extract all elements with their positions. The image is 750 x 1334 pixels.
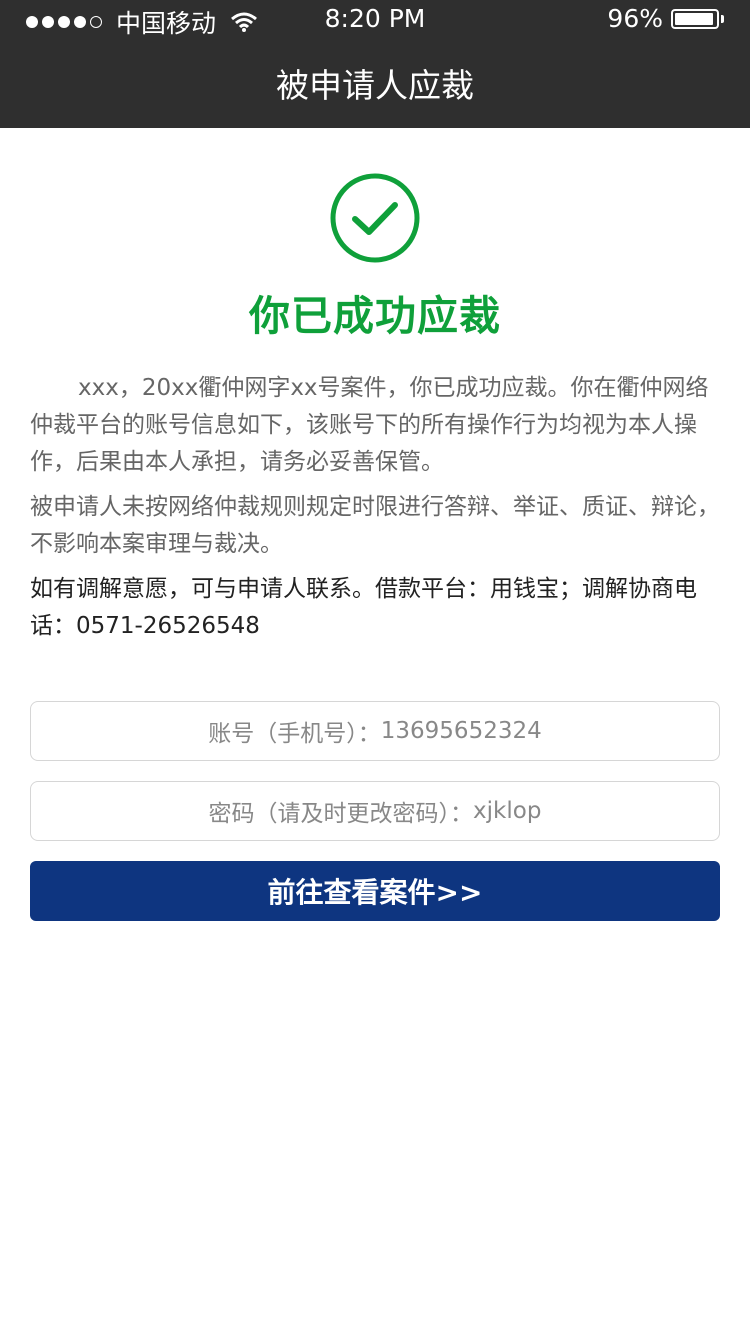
password-field: 密码（请及时更改密码）： xjklop — [30, 781, 720, 841]
contact-paragraph: 如有调解意愿，可与申请人联系。借款平台：用钱宝；调解协商电话：0571-2652… — [30, 576, 697, 639]
nav-bar: 被申请人应裁 — [0, 38, 750, 128]
status-bar: 中国移动 8:20 PM 96% — [0, 0, 750, 38]
success-title: 你已成功应裁 — [249, 292, 501, 340]
password-value: xjklop — [473, 798, 542, 824]
notice-paragraph: 被申请人未按网络仲裁规则规定时限进行答辩、举证、质证、辩论，不影响本案审理与裁决… — [30, 494, 720, 557]
battery-icon — [671, 8, 719, 29]
password-label: 密码（请及时更改密码）： — [208, 801, 474, 827]
success-section: 你已成功应裁 — [0, 128, 750, 342]
check-circle-icon — [330, 173, 420, 263]
notice-content: xxx，20xx衢仲网字xx号案件，你已成功应裁。你在衢仲网络仲裁平台的账号信息… — [0, 342, 750, 645]
battery-percent: 96% — [607, 4, 663, 33]
page-title: 被申请人应裁 — [276, 66, 474, 105]
view-case-button[interactable]: 前往查看案件>> — [30, 861, 720, 921]
account-value: 13695652324 — [380, 718, 542, 744]
account-field: 账号（手机号）： 13695652324 — [30, 701, 720, 761]
account-label: 账号（手机号）： — [208, 721, 381, 747]
credentials-section: 账号（手机号）： 13695652324 密码（请及时更改密码）： xjklop… — [0, 653, 750, 921]
status-right: 96% — [607, 4, 724, 33]
notice-paragraph: xxx，20xx衢仲网字xx号案件，你已成功应裁。你在衢仲网络仲裁平台的账号信息… — [30, 375, 709, 475]
